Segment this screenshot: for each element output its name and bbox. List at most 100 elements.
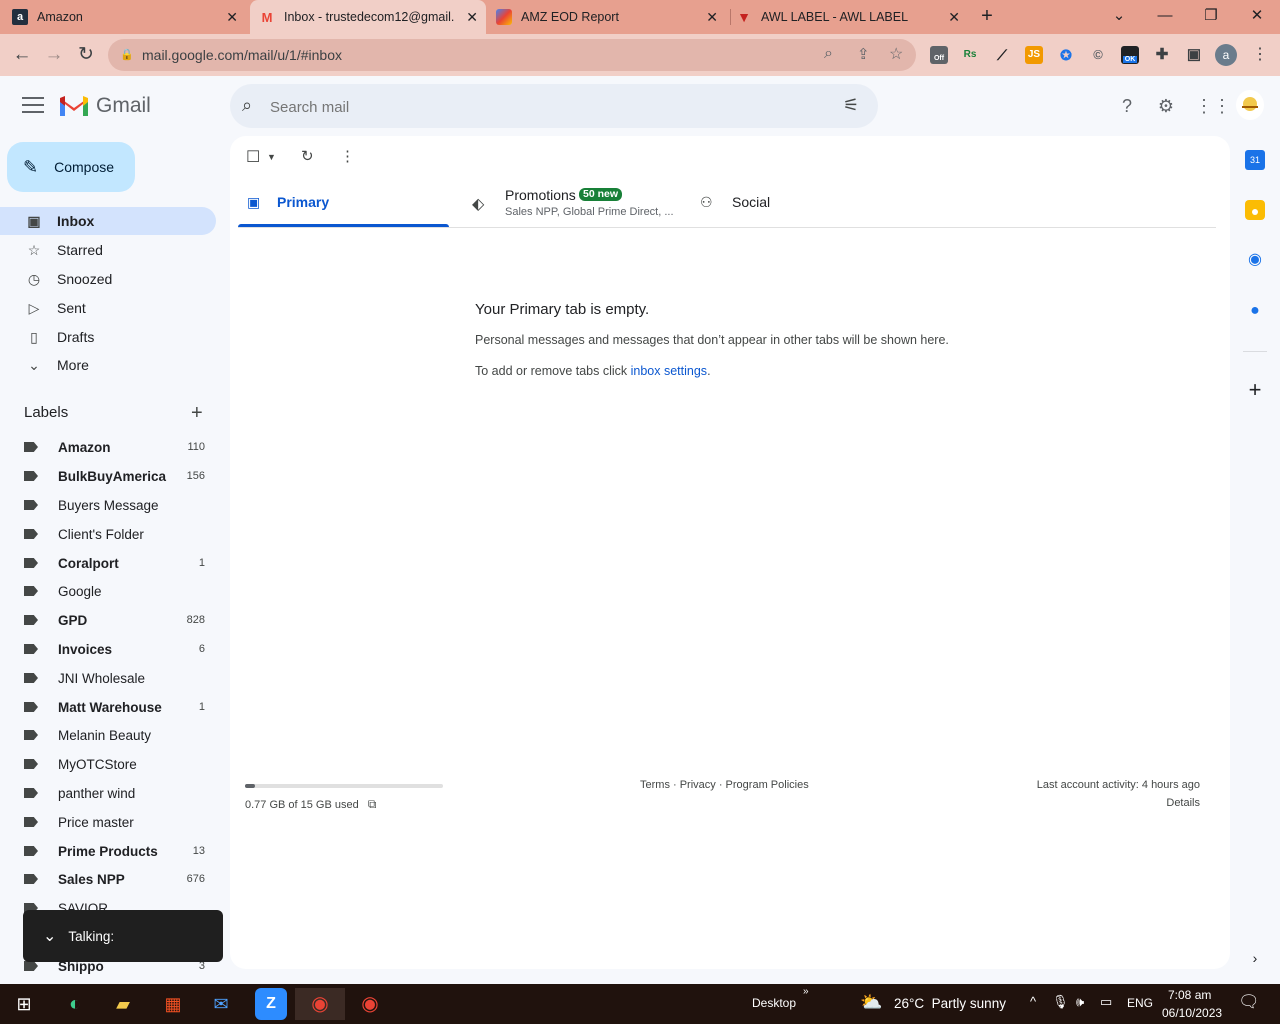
close-tab-icon[interactable]: ✕ bbox=[466, 9, 478, 25]
lock-icon[interactable]: 🔒 bbox=[120, 48, 134, 61]
nav-item-inbox[interactable]: ▣ Inbox bbox=[0, 207, 216, 235]
tab-social[interactable]: ⚇ Social bbox=[690, 185, 900, 228]
label-item[interactable]: Prime Products 13 bbox=[0, 837, 216, 865]
extension-js-icon[interactable]: JS bbox=[1025, 46, 1043, 64]
zoom-app-icon[interactable]: Z bbox=[255, 988, 287, 1020]
mail-icon[interactable]: ✉ bbox=[205, 988, 237, 1020]
label-item[interactable]: Buyers Message bbox=[0, 491, 216, 519]
label-item[interactable]: Price master bbox=[0, 808, 216, 836]
zoom-icon[interactable]: ⌕ bbox=[824, 45, 833, 63]
get-addons-icon[interactable]: + bbox=[1245, 379, 1265, 401]
tab-primary[interactable]: ▣ Primary bbox=[238, 185, 449, 228]
show-hidden-icons[interactable]: ^ bbox=[1030, 994, 1036, 1009]
apps-grid-icon[interactable]: ⋮⋮ bbox=[1195, 95, 1231, 117]
desktop-toolbar[interactable]: Desktop bbox=[752, 996, 796, 1010]
extension-blue-icon[interactable]: ✪ bbox=[1057, 46, 1075, 64]
extension-off-icon[interactable]: Off bbox=[930, 46, 948, 64]
nav-item-snoozed[interactable]: ◷ Snoozed bbox=[0, 265, 216, 293]
inbox-settings-link[interactable]: inbox settings bbox=[631, 364, 707, 378]
label-item[interactable]: Google bbox=[0, 577, 216, 605]
language-indicator[interactable]: ENG bbox=[1127, 996, 1153, 1010]
refresh-icon[interactable]: ↻ bbox=[301, 147, 314, 165]
browser-menu-icon[interactable]: ⋮ bbox=[1252, 44, 1268, 64]
extension-rs-icon[interactable]: Rs bbox=[961, 46, 979, 64]
extension-ok-icon[interactable]: OK bbox=[1121, 46, 1139, 64]
network-icon[interactable]: ▭ bbox=[1100, 994, 1112, 1010]
edge-icon[interactable]: ◐ bbox=[59, 988, 91, 1020]
tab-promotions[interactable]: ⬖ Promotions Sales NPP, Global Prime Dir… bbox=[462, 185, 687, 228]
browser-tab-awl-label[interactable]: ▼ AWL LABEL - AWL LABEL ✕ bbox=[736, 0, 968, 34]
search-options-icon[interactable]: ⚟ bbox=[843, 95, 859, 116]
nav-item-starred[interactable]: ☆ Starred bbox=[0, 236, 216, 264]
weather-text[interactable]: 26°C Partly sunny bbox=[894, 996, 1006, 1011]
extension-script-icon[interactable]: © bbox=[1089, 46, 1107, 64]
weather-icon[interactable]: ⛅ bbox=[860, 992, 882, 1013]
open-external-icon[interactable]: ⧉ bbox=[368, 797, 377, 811]
more-options-icon[interactable]: ⋮ bbox=[340, 147, 355, 165]
browser-tab-gmail[interactable]: M Inbox - trustedecom12@gmail.c ✕ bbox=[250, 0, 486, 34]
restore-button[interactable]: ❐ bbox=[1188, 0, 1234, 32]
reload-button[interactable]: ↻ bbox=[74, 43, 98, 67]
create-label-icon[interactable]: + bbox=[191, 402, 203, 425]
calendar-icon[interactable]: 31 bbox=[1245, 150, 1265, 170]
label-item[interactable]: JNI Wholesale bbox=[0, 664, 216, 692]
label-item[interactable]: Amazon 110 bbox=[0, 433, 216, 461]
share-icon[interactable]: ⇪ bbox=[857, 45, 870, 63]
nav-item-more[interactable]: ⌄ More bbox=[0, 351, 216, 379]
label-item[interactable]: panther wind bbox=[0, 779, 216, 807]
chrome-icon[interactable]: ◉ bbox=[295, 988, 345, 1020]
extension-pen-icon[interactable]: ⟋ bbox=[993, 46, 1011, 64]
nav-item-drafts[interactable]: ▯ Drafts bbox=[0, 323, 216, 351]
search-icon[interactable]: ⌕ bbox=[242, 95, 252, 116]
microphone-icon[interactable]: 🎙 bbox=[1052, 994, 1069, 1010]
footer-links[interactable]: Terms · Privacy · Program Policies bbox=[640, 779, 809, 791]
label-item[interactable]: Coralport 1 bbox=[0, 549, 216, 577]
nav-item-sent[interactable]: ▷ Sent bbox=[0, 294, 216, 322]
show-side-panel-icon[interactable]: › bbox=[1245, 948, 1265, 968]
file-explorer-icon[interactable]: ▰ bbox=[107, 988, 139, 1020]
browser-tab-amz-eod[interactable]: AMZ EOD Report ✕ bbox=[496, 0, 726, 34]
label-item[interactable]: BulkBuyAmerica 156 bbox=[0, 462, 216, 490]
tab-search-icon[interactable]: ⌄ bbox=[1096, 0, 1142, 32]
chevron-down-icon[interactable]: ⌄ bbox=[43, 926, 56, 946]
volume-icon[interactable]: 🕪 bbox=[1076, 994, 1084, 1010]
bookmark-star-icon[interactable]: ☆ bbox=[889, 44, 903, 64]
settings-gear-icon[interactable]: ⚙ bbox=[1155, 95, 1177, 117]
main-menu-icon[interactable] bbox=[22, 97, 44, 115]
close-tab-icon[interactable]: ✕ bbox=[706, 9, 718, 25]
chrome-profile-icon[interactable]: ◉ bbox=[354, 988, 386, 1020]
label-item[interactable]: Invoices 6 bbox=[0, 635, 216, 663]
close-window-button[interactable]: ✕ bbox=[1234, 0, 1280, 32]
label-item[interactable]: GPD 828 bbox=[0, 606, 216, 634]
tasks-icon[interactable]: ◉ bbox=[1245, 250, 1265, 270]
select-dropdown-icon[interactable]: ▼ bbox=[267, 152, 276, 162]
keep-icon[interactable] bbox=[1245, 200, 1265, 220]
profile-avatar[interactable]: a bbox=[1215, 44, 1237, 66]
url-text[interactable]: mail.google.com/mail/u/1/#inbox bbox=[142, 47, 342, 63]
store-icon[interactable]: ▦ bbox=[157, 988, 189, 1020]
label-item[interactable]: Melanin Beauty bbox=[0, 721, 216, 749]
talking-toast[interactable]: ⌄ Talking: bbox=[23, 910, 223, 962]
close-tab-icon[interactable]: ✕ bbox=[226, 9, 238, 25]
label-item[interactable]: Client's Folder bbox=[0, 520, 216, 548]
select-all-checkbox[interactable]: ☐ bbox=[246, 147, 260, 167]
notifications-icon[interactable]: 🗨 bbox=[1238, 992, 1260, 1012]
label-item[interactable]: Sales NPP 676 bbox=[0, 865, 216, 893]
details-link[interactable]: Details bbox=[1000, 797, 1200, 809]
windows-start-icon[interactable]: ⊞ bbox=[8, 988, 40, 1020]
storage-text[interactable]: 0.77 GB of 15 GB used ⧉ bbox=[245, 797, 376, 812]
toolbar-expand-icon[interactable]: » bbox=[803, 986, 809, 997]
side-panel-icon[interactable]: ▣ bbox=[1185, 46, 1203, 64]
forward-button[interactable]: → bbox=[42, 43, 66, 67]
clock-time[interactable]: 7:08 am bbox=[1168, 988, 1211, 1002]
browser-tab-amazon[interactable]: a Amazon ✕ bbox=[12, 0, 246, 34]
help-icon[interactable]: ? bbox=[1116, 95, 1138, 117]
compose-button[interactable]: ✎ Compose bbox=[7, 142, 135, 192]
account-avatar[interactable] bbox=[1236, 90, 1264, 120]
contacts-icon[interactable]: ● bbox=[1245, 301, 1265, 321]
close-tab-icon[interactable]: ✕ bbox=[948, 9, 960, 25]
label-item[interactable]: Matt Warehouse 1 bbox=[0, 693, 216, 721]
extensions-puzzle-icon[interactable]: ✚ bbox=[1153, 46, 1171, 64]
new-tab-button[interactable]: + bbox=[976, 5, 998, 27]
minimize-button[interactable]: — bbox=[1142, 0, 1188, 32]
